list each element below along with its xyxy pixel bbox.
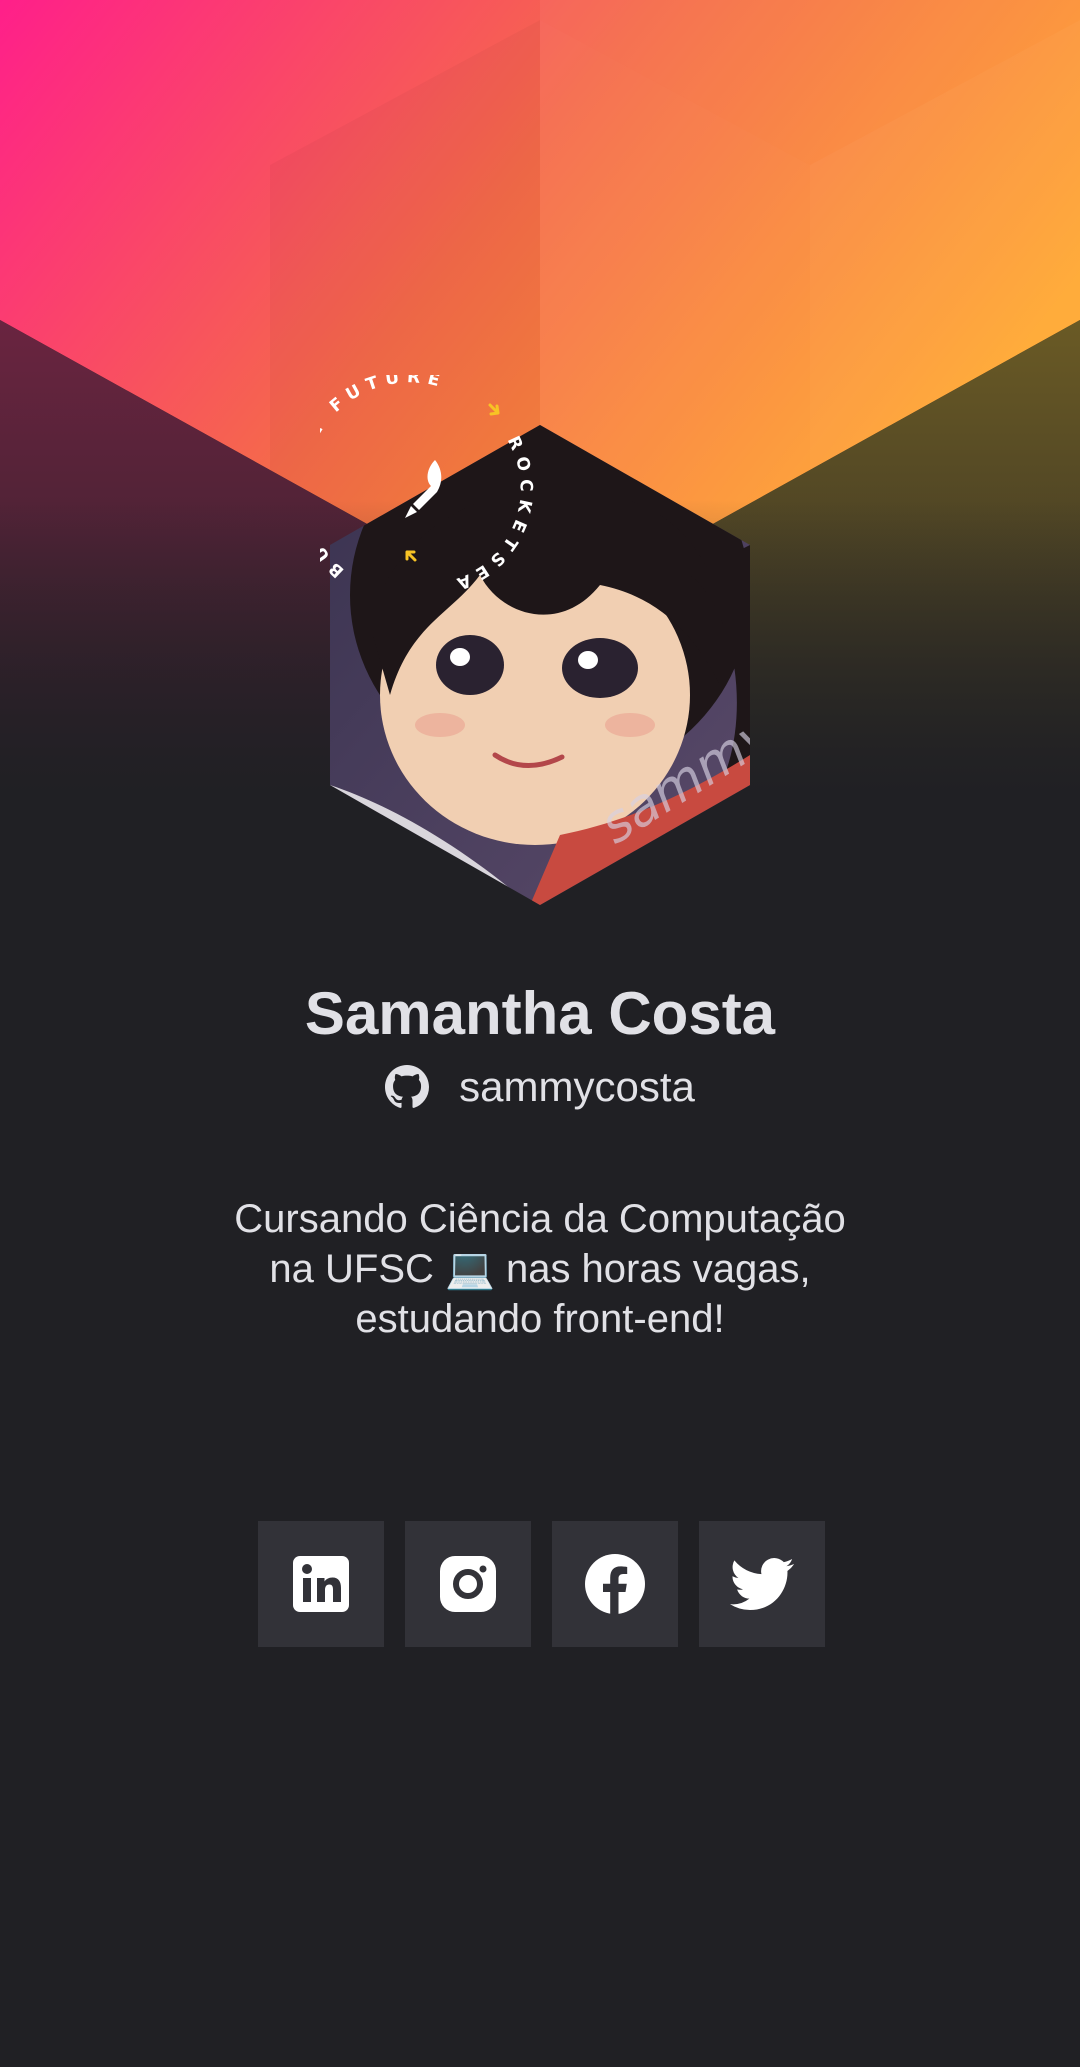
github-link[interactable]: sammycosta <box>0 1062 1080 1112</box>
facebook-button[interactable] <box>552 1521 678 1647</box>
bio-line: estudando front-end! <box>355 1297 725 1341</box>
profile-bio: Cursando Ciência da Computação na UFSC 💻… <box>160 1194 920 1344</box>
bio-line: Cursando Ciência da Computação <box>234 1197 846 1241</box>
instagram-icon <box>440 1556 496 1612</box>
svg-text:ROCKETSEAT: ROCKETSEAT <box>320 375 536 595</box>
github-icon <box>385 1065 430 1108</box>
instagram-button[interactable] <box>405 1521 531 1647</box>
arrow-icon <box>488 403 500 416</box>
rocket-icon <box>405 460 442 518</box>
profile-name: Samantha Costa <box>304 980 776 1047</box>
arrow-icon <box>405 550 417 562</box>
twitter-icon <box>730 1558 794 1610</box>
github-username[interactable]: sammycosta <box>459 1062 695 1112</box>
badge-side-text: ROCKETSEAT <box>320 375 529 595</box>
facebook-icon <box>585 1554 645 1614</box>
rocketseat-badge: BUILD THE FUTURE ROCKETSEAT <box>320 375 536 595</box>
bio-line: na UFSC 💻 nas horas vagas, <box>269 1247 811 1291</box>
social-links <box>258 1521 825 1647</box>
twitter-button[interactable] <box>699 1521 825 1647</box>
linkedin-button[interactable] <box>258 1521 384 1647</box>
linkedin-icon <box>293 1556 349 1612</box>
